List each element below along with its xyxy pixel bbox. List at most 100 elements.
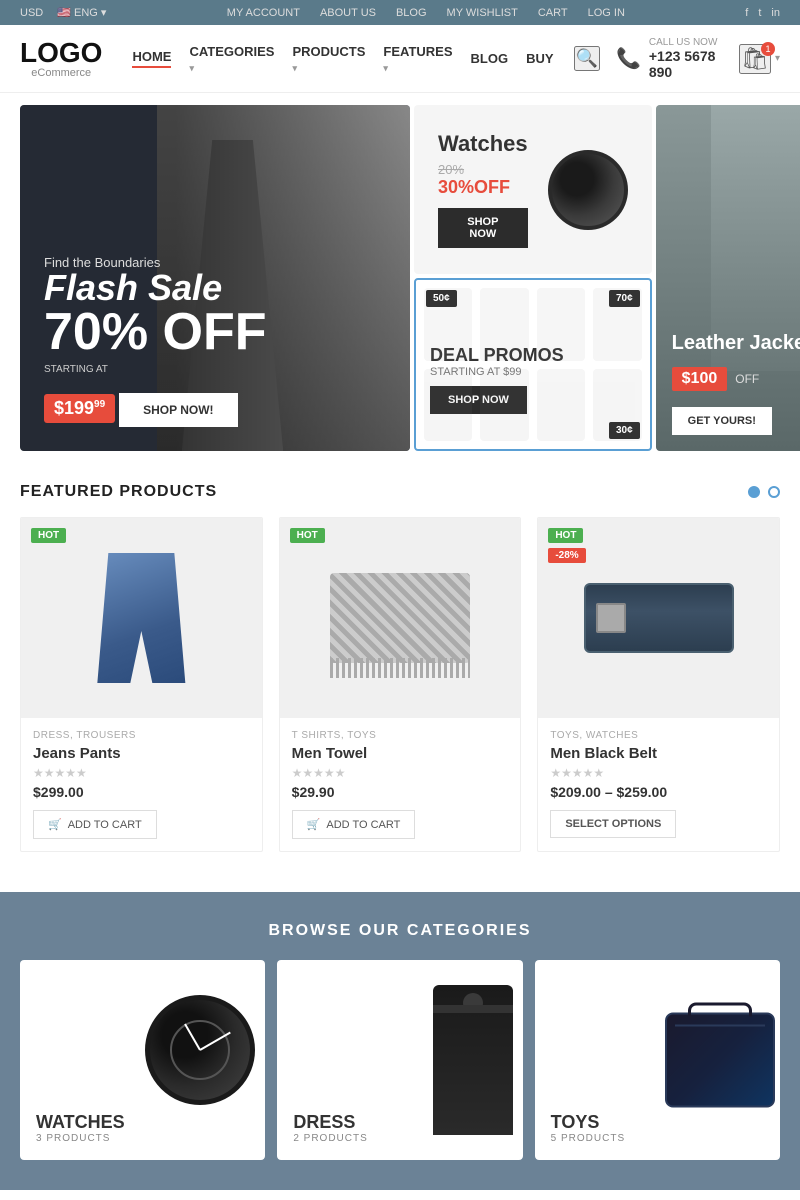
carousel-dot-1[interactable] xyxy=(748,486,760,498)
deal-badge-2: 70¢ xyxy=(609,290,640,307)
sale-badge: -28% xyxy=(548,548,585,563)
call-label: CALL US NOW xyxy=(649,37,723,48)
hero-flash-text: Flash Sale xyxy=(44,270,267,306)
cart-icon: 🛒 xyxy=(307,818,321,831)
categories-title: BROWSE OUR CATEGORIES xyxy=(20,922,780,940)
product-image-area: HOT xyxy=(21,518,262,718)
category-count: 2 PRODUCTS xyxy=(293,1133,506,1144)
top-bar-center: MY ACCOUNT ABOUT US BLOG MY WISHLIST CAR… xyxy=(227,7,625,19)
leather-content: Leather Jackets $100 OFF GET YOURS! xyxy=(672,331,800,435)
category-name: DRESS xyxy=(293,1112,506,1133)
login-link[interactable]: LOG IN xyxy=(588,7,625,19)
product-card: HOT DRESS, TROUSERS Jeans Pants ★★★★★ $2… xyxy=(20,517,263,852)
categories-grid: WATCHES 3 PRODUCTS DRESS 2 PRODUCTS xyxy=(20,960,780,1160)
phone-block: 📞 CALL US NOW +123 5678 890 xyxy=(616,37,723,80)
hero-price-tag: $19999 xyxy=(44,394,115,423)
add-to-cart-button[interactable]: 🛒 ADD TO CART xyxy=(33,810,157,839)
product-price: $29.90 xyxy=(292,784,509,800)
nav-buy[interactable]: BUY xyxy=(526,51,553,66)
product-categories: T SHIRTS, TOYS xyxy=(292,730,509,741)
nav-categories[interactable]: CATEGORIES ▾ xyxy=(189,44,274,74)
instagram-icon[interactable]: in xyxy=(771,7,780,19)
leather-off: OFF xyxy=(735,372,759,386)
product-name: Jeans Pants xyxy=(33,745,250,762)
logo-subtitle: eCommerce xyxy=(20,67,102,79)
category-card-dress[interactable]: DRESS 2 PRODUCTS xyxy=(277,960,522,1160)
logo[interactable]: LOGO eCommerce xyxy=(20,39,102,79)
product-price: $209.00 – $259.00 xyxy=(550,784,767,800)
hot-badge: HOT xyxy=(290,528,325,543)
deal-badge-1: 50¢ xyxy=(426,290,457,307)
featured-title: FEATURED PRODUCTS xyxy=(20,483,217,501)
watches-shop-button[interactable]: SHOP NOW xyxy=(438,208,528,248)
watches-banner: Watches 20% 30%OFF SHOP NOW xyxy=(414,105,652,274)
cart-link-top[interactable]: CART xyxy=(538,7,568,19)
search-button[interactable]: 🔍 xyxy=(574,46,600,71)
cart-button[interactable]: 🛍 1 xyxy=(739,44,771,74)
product-image-area: HOT -28% xyxy=(538,518,779,718)
carousel-dot-2[interactable] xyxy=(768,486,780,498)
hot-badge: HOT xyxy=(31,528,66,543)
category-count: 5 PRODUCTS xyxy=(551,1133,764,1144)
deal-banner: 50¢ 70¢ DEAL PROMOS STARTING AT $99 SHOP… xyxy=(414,278,652,451)
product-rating: ★★★★★ xyxy=(292,766,509,780)
phone-icon: 📞 xyxy=(616,46,641,71)
logo-text: LOGO xyxy=(20,39,102,67)
product-info: DRESS, TROUSERS Jeans Pants ★★★★★ $299.0… xyxy=(21,718,262,851)
product-categories: DRESS, TROUSERS xyxy=(33,730,250,741)
product-rating: ★★★★★ xyxy=(550,766,767,780)
twitter-icon[interactable]: t xyxy=(758,7,761,19)
category-card-toys[interactable]: TOYS 5 PRODUCTS xyxy=(535,960,780,1160)
about-us-link[interactable]: ABOUT US xyxy=(320,7,376,19)
product-image-area: HOT xyxy=(280,518,521,718)
product-card: HOT -28% TOYS, WATCHES Men Black Belt ★★… xyxy=(537,517,780,852)
category-name: WATCHES xyxy=(36,1112,249,1133)
cart-icon: 🛒 xyxy=(48,818,62,831)
product-name: Men Towel xyxy=(292,745,509,762)
currency-selector[interactable]: USD xyxy=(20,7,43,19)
product-price: $299.00 xyxy=(33,784,250,800)
nav-products[interactable]: PRODUCTS ▾ xyxy=(292,44,365,74)
section-header: FEATURED PRODUCTS xyxy=(20,483,780,501)
hero-shop-now-button[interactable]: SHOP NOW! xyxy=(119,393,237,427)
hero-section: Find the Boundaries Flash Sale 70% OFF S… xyxy=(0,93,800,463)
header-right: 🔍 📞 CALL US NOW +123 5678 890 🛍 1 ▾ xyxy=(574,37,780,80)
hero-main-banner: Find the Boundaries Flash Sale 70% OFF S… xyxy=(20,105,410,451)
category-count: 3 PRODUCTS xyxy=(36,1133,249,1144)
nav-home[interactable]: HOME xyxy=(132,49,171,68)
nav-blog[interactable]: BLOG xyxy=(471,51,509,66)
top-bar: USD 🇺🇸 ENG ▾ MY ACCOUNT ABOUT US BLOG MY… xyxy=(0,0,800,25)
deal-badge-3: 30¢ xyxy=(609,422,640,439)
hero-percent-text: 70% OFF xyxy=(44,306,267,358)
product-info: TOYS, WATCHES Men Black Belt ★★★★★ $209.… xyxy=(538,718,779,850)
browse-categories-section: BROWSE OUR CATEGORIES WATCHES 3 PRODUCTS xyxy=(0,892,800,1190)
hero-side-banners: Watches 20% 30%OFF SHOP NOW 50¢ 70¢ xyxy=(414,105,652,451)
select-options-button[interactable]: SELECT OPTIONS xyxy=(550,810,676,838)
watches-new-price: 30%OFF xyxy=(438,177,510,197)
toys-category-img xyxy=(665,1013,775,1108)
product-card: HOT T SHIRTS, TOYS Men Towel ★★★★★ $29.9… xyxy=(279,517,522,852)
products-grid: HOT DRESS, TROUSERS Jeans Pants ★★★★★ $2… xyxy=(20,517,780,852)
my-account-link[interactable]: MY ACCOUNT xyxy=(227,7,300,19)
leather-get-button[interactable]: GET YOURS! xyxy=(672,407,772,435)
nav-features[interactable]: FEATURES ▾ xyxy=(383,44,452,74)
social-links: f t in xyxy=(745,7,780,19)
add-to-cart-button[interactable]: 🛒 ADD TO CART xyxy=(292,810,416,839)
category-info: WATCHES 3 PRODUCTS xyxy=(20,1096,265,1160)
cart-dropdown-arrow[interactable]: ▾ xyxy=(775,53,780,64)
category-info: DRESS 2 PRODUCTS xyxy=(277,1096,522,1160)
product-rating: ★★★★★ xyxy=(33,766,250,780)
towel-product-img xyxy=(330,573,470,663)
featured-products-section: FEATURED PRODUCTS HOT DRESS, TROUSERS Je… xyxy=(0,463,800,872)
hero-main-content: Find the Boundaries Flash Sale 70% OFF S… xyxy=(44,255,267,427)
jeans-product-img xyxy=(86,553,196,683)
category-name: TOYS xyxy=(551,1112,764,1133)
hot-badge: HOT xyxy=(548,528,583,543)
header: LOGO eCommerce HOME CATEGORIES ▾ PRODUCT… xyxy=(0,25,800,93)
blog-link-top[interactable]: BLOG xyxy=(396,7,427,19)
language-selector[interactable]: 🇺🇸 ENG ▾ xyxy=(57,6,106,19)
category-card-watches[interactable]: WATCHES 3 PRODUCTS xyxy=(20,960,265,1160)
product-categories: TOYS, WATCHES xyxy=(550,730,767,741)
facebook-icon[interactable]: f xyxy=(745,7,748,19)
wishlist-link[interactable]: MY WISHLIST xyxy=(447,7,518,19)
